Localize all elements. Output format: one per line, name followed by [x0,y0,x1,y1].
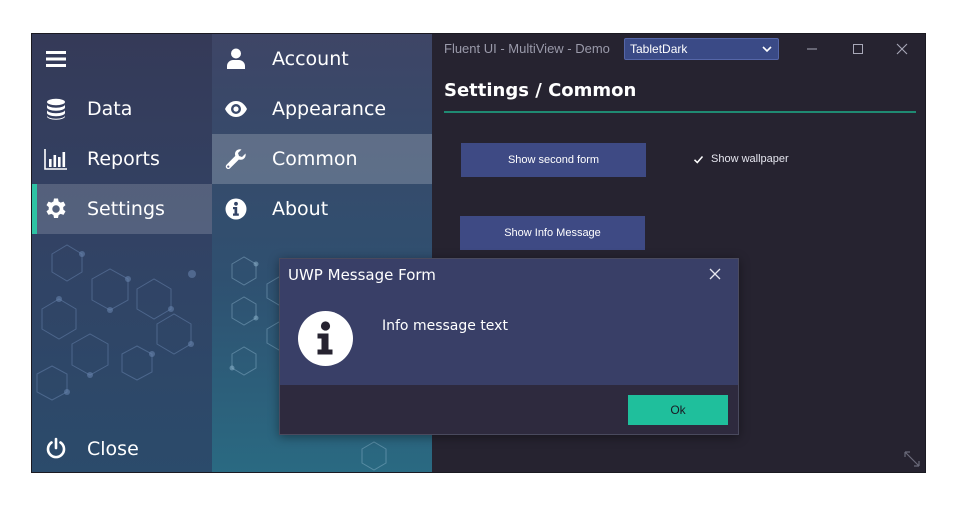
maximize-button[interactable] [843,38,873,60]
wrench-icon [225,149,246,170]
submenu-item-label: Appearance [272,98,387,120]
nav-item-label: Close [87,438,139,460]
nav-item-reports[interactable]: Reports [32,134,212,184]
message-dialog: UWP Message Form Info message text Ok [279,258,739,435]
show-second-form-button[interactable]: Show second form [461,143,646,177]
nav-item-label: Data [87,98,133,120]
submenu-item-label: Common [272,148,358,170]
gear-icon [46,198,66,218]
bar-chart-icon [44,149,67,170]
hamburger-menu-button[interactable] [32,34,212,84]
hamburger-icon [46,51,66,67]
database-icon [47,98,65,120]
ok-button[interactable]: Ok [628,395,728,425]
show-info-message-button[interactable]: Show Info Message [460,216,645,250]
dialog-body: UWP Message Form Info message text [280,259,738,385]
window-title: Fluent UI - MultiView - Demo [444,41,610,56]
user-icon [227,48,245,69]
theme-dropdown[interactable]: TabletDark [624,38,779,60]
heading-divider [444,111,916,113]
page-title: Settings / Common [444,80,637,101]
info-icon [225,198,247,220]
submenu-item-appearance[interactable]: Appearance [212,84,432,134]
submenu-item-label: Account [272,48,349,70]
dialog-close-button[interactable] [704,265,726,283]
submenu-item-label: About [272,198,329,220]
info-icon [298,311,353,366]
resize-grip-icon[interactable] [902,449,922,469]
main-navigation: Data Reports Settings Close [32,34,212,472]
show-wallpaper-label: Show wallpaper [711,153,789,165]
hexagon-pattern [36,244,196,401]
chevron-down-icon [762,46,772,53]
nav-item-close[interactable]: Close [32,424,212,472]
minimize-button[interactable] [797,38,827,60]
nav-item-data[interactable]: Data [32,84,212,134]
dialog-message: Info message text [382,318,508,334]
checkmark-icon [692,152,705,166]
submenu-item-account[interactable]: Account [212,34,432,84]
submenu-item-about[interactable]: About [212,184,432,234]
theme-dropdown-value: TabletDark [630,42,688,56]
power-icon [46,437,66,459]
nav-item-label: Settings [87,198,165,220]
dialog-title: UWP Message Form [288,266,436,284]
show-wallpaper-checkbox[interactable]: Show wallpaper [692,151,789,167]
close-window-button[interactable] [887,38,917,60]
nav-item-settings[interactable]: Settings [32,184,212,234]
eye-icon [225,101,247,117]
nav-item-label: Reports [87,148,160,170]
submenu-item-common[interactable]: Common [212,134,432,184]
